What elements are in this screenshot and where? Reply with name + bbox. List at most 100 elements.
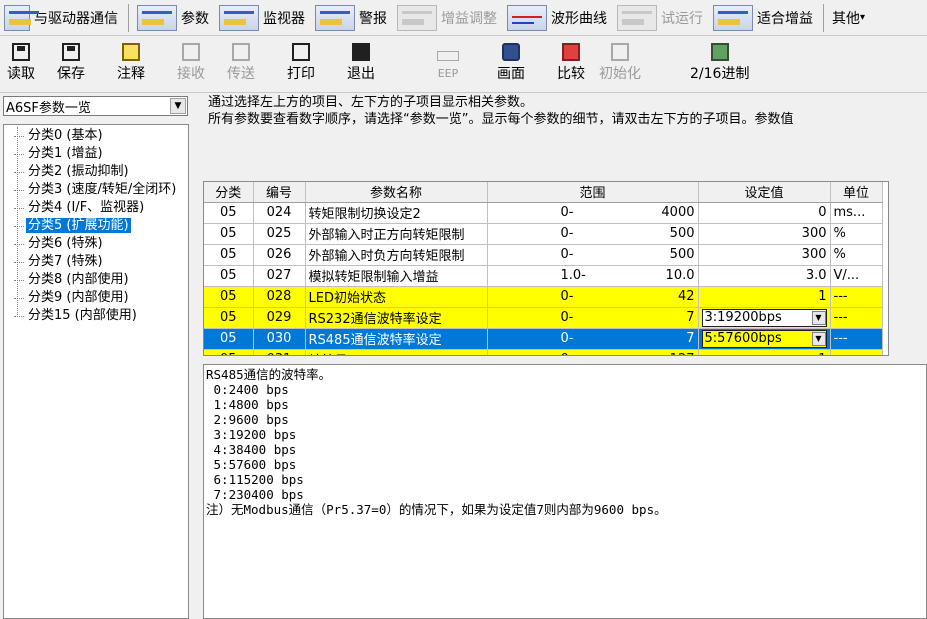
- parameter-icon: [137, 4, 177, 31]
- column-header[interactable]: 编号: [253, 182, 306, 203]
- value-cell[interactable]: 1: [818, 289, 826, 304]
- name-cell: 模拟转矩限制输入增益: [308, 270, 439, 285]
- tree-item[interactable]: 分类4 (I/F、监视器): [4, 199, 188, 217]
- value-cell[interactable]: 300: [802, 226, 827, 241]
- table-row[interactable]: 05 030 RS485通信波特率设定 0- 7 5:57600bps ▼ ---: [204, 328, 883, 350]
- name-cell: 轴编号: [309, 354, 348, 355]
- column-header[interactable]: 单位: [830, 182, 883, 203]
- panel-splitter[interactable]: [190, 94, 196, 619]
- save-button[interactable]: 保存: [57, 43, 85, 83]
- receive-icon: [182, 43, 200, 61]
- tree-item[interactable]: 分类0 (基本): [4, 127, 188, 145]
- table-row[interactable]: 05 031 轴编号 0-127 1 ---: [204, 349, 883, 355]
- parameter-table: 分类 编号 参数名称 范围 设定值 单位 05 024 转矩限制切换设定2 0- 4000 0 ms.…: [203, 181, 889, 356]
- range-cell: 0-127: [491, 352, 695, 355]
- name-cell: 外部输入时正方向转矩限制: [308, 228, 465, 243]
- unit-cell: ---: [834, 352, 848, 355]
- chevron-down-icon[interactable]: ▼: [811, 331, 826, 346]
- compare-button[interactable]: 比较: [557, 43, 585, 83]
- waveform-icon: [507, 4, 547, 31]
- value-select[interactable]: 3:19200bps ▼: [701, 308, 827, 327]
- unit-cell: ---: [833, 289, 848, 304]
- name-cell: RS232通信波特率设定: [308, 312, 442, 327]
- tab-5[interactable]: 波形曲线: [503, 2, 611, 34]
- tab-2[interactable]: 监视器: [215, 2, 309, 34]
- column-header[interactable]: 范围: [487, 182, 699, 203]
- table-row[interactable]: 05 029 RS232通信波特率设定 0- 7 3:19200bps ▼ ---: [204, 307, 883, 329]
- send-icon: [232, 43, 250, 61]
- column-header[interactable]: 分类: [204, 182, 254, 203]
- print-button[interactable]: 打印: [287, 43, 315, 83]
- table-row[interactable]: 05 025 外部输入时正方向转矩限制 0- 500 300%: [204, 223, 883, 245]
- column-header[interactable]: 参数名称: [305, 182, 488, 203]
- tab-1[interactable]: 参数: [133, 2, 213, 34]
- value-cell[interactable]: 0: [818, 205, 826, 220]
- parameter-grid: 分类 编号 参数名称 范围 设定值 单位 05 024 转矩限制切换设定2 0- 4000 0 ms.…: [204, 182, 883, 355]
- tab-3[interactable]: 警报: [311, 2, 391, 34]
- tab-8[interactable]: 其他 ▾: [828, 2, 869, 34]
- table-row[interactable]: 05 026 外部输入时负方向转矩限制 0- 500 300%: [204, 244, 883, 266]
- unit-cell: ms...: [833, 205, 866, 220]
- parameter-list-select[interactable]: A6SF参数一览 ▼: [3, 96, 188, 116]
- table-row[interactable]: 05 024 转矩限制切换设定2 0- 4000 0 ms...: [204, 202, 883, 224]
- tree-item[interactable]: 分类5 (扩展功能): [4, 217, 188, 235]
- camera-icon: [502, 43, 520, 61]
- instruction-text: 通过选择左上方的项目、左下方的子项目显示相关参数。 所有参数要查看数字顺序，请选…: [208, 95, 794, 127]
- exit-button[interactable]: 退出: [347, 43, 375, 83]
- chevron-down-icon[interactable]: ▼: [811, 310, 826, 325]
- printer-icon: [292, 43, 310, 61]
- number-cell: 025: [266, 226, 292, 241]
- tree-item[interactable]: 分类6 (特殊): [4, 235, 188, 253]
- unit-cell: %: [833, 247, 846, 262]
- chevron-down-icon: ▾: [860, 12, 866, 23]
- exit-door-icon: [352, 43, 370, 61]
- tab-4[interactable]: 增益调整: [393, 2, 501, 34]
- compare-icon: [562, 43, 580, 61]
- value-select[interactable]: 5:57600bps ▼: [701, 329, 827, 348]
- chevron-down-icon[interactable]: ▼: [170, 98, 186, 114]
- unit-cell: ---: [833, 331, 848, 346]
- range-cell: 0- 500: [560, 226, 695, 241]
- category-cell: 05: [219, 247, 237, 262]
- parameter-description: RS485通信的波特率。 0:2400 bps 1:4800 bps 2:960…: [203, 364, 927, 619]
- screen-button[interactable]: 画面: [497, 43, 525, 83]
- eep-button[interactable]: EEP: [437, 43, 459, 80]
- category-tree: 分类0 (基本) 分类1 (增益) 分类2 (振动抑制) 分类3 (速度/转矩/全闭环…: [3, 124, 189, 619]
- tree-item[interactable]: 分类2 (振动抑制): [4, 163, 188, 181]
- read-button[interactable]: 读取: [7, 43, 35, 83]
- category-cell: 05: [219, 289, 237, 304]
- tab-separator: [823, 3, 824, 32]
- initialize-button[interactable]: 初始化: [599, 43, 641, 83]
- tree-item[interactable]: 分类1 (增益): [4, 145, 188, 163]
- value-cell[interactable]: 3.0: [806, 268, 827, 283]
- value-cell[interactable]: 300: [802, 247, 827, 262]
- tab-7[interactable]: 适合增益: [709, 2, 817, 34]
- parameter-toolbar: 读取 保存 注释 接收 传送 打印 退出 EEP 画面 比较 初始化 2/16进…: [0, 37, 927, 93]
- name-cell: 外部输入时负方向转矩限制: [308, 249, 465, 264]
- tree-item[interactable]: 分类9 (内部使用): [4, 289, 188, 307]
- unit-cell: ---: [833, 310, 848, 325]
- fit-gain-icon: [713, 4, 753, 31]
- test-run-icon: [617, 4, 657, 31]
- send-button[interactable]: 传送: [227, 43, 255, 83]
- category-cell: 05: [219, 310, 237, 325]
- tree-item[interactable]: 分类7 (特殊): [4, 253, 188, 271]
- column-header[interactable]: 设定值: [698, 182, 831, 203]
- tab-separator: [128, 3, 129, 32]
- table-row[interactable]: 05 027 模拟转矩限制输入增益 1.0- 10.0 3.0 V/...: [204, 265, 883, 287]
- tree-item[interactable]: 分类8 (内部使用): [4, 271, 188, 289]
- initialize-icon: [611, 43, 629, 61]
- table-row[interactable]: 05 028 LED初始状态 0- 42 1 ---: [204, 286, 883, 308]
- category-cell: 05: [219, 226, 237, 241]
- tree-item[interactable]: 分类3 (速度/转矩/全闭环): [4, 181, 188, 199]
- tab-0[interactable]: 与驱动器通信: [0, 2, 122, 34]
- hex-toggle-button[interactable]: 2/16进制: [690, 43, 749, 83]
- comment-button[interactable]: 注释: [117, 43, 145, 83]
- tree-item[interactable]: 分类15 (内部使用): [4, 307, 188, 325]
- number-cell: 030: [266, 331, 292, 346]
- category-cell: 05: [219, 268, 237, 283]
- range-cell: 0- 500: [560, 247, 695, 262]
- receive-button[interactable]: 接收: [177, 43, 205, 83]
- tab-6[interactable]: 试运行: [613, 2, 707, 34]
- value-cell[interactable]: 1: [818, 352, 826, 355]
